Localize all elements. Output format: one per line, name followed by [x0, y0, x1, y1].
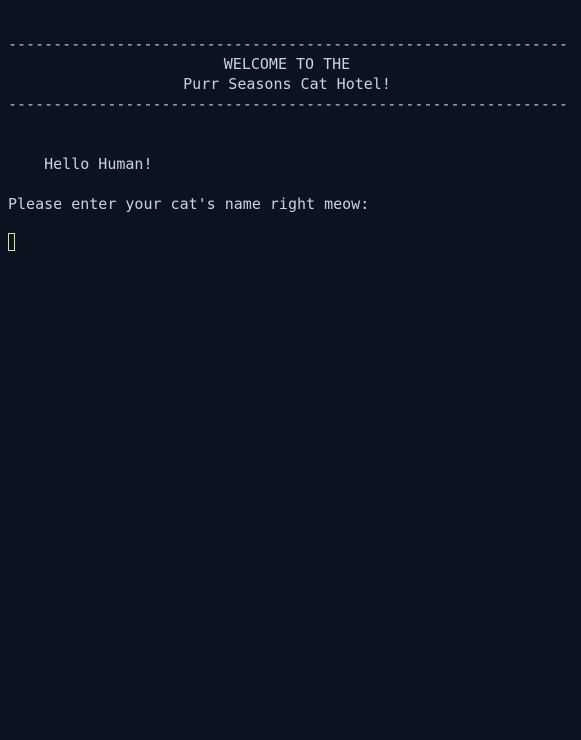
text-cursor[interactable] [8, 233, 15, 251]
welcome-line: WELCOME TO THE [223, 55, 351, 73]
greeting-text: Hello Human! [8, 155, 153, 173]
terminal-window[interactable]: ----------------------------------------… [0, 0, 581, 740]
top-divider: ----------------------------------------… [8, 35, 566, 53]
bottom-divider: ----------------------------------------… [8, 95, 566, 113]
name-prompt: Please enter your cat's name right meow: [8, 195, 370, 213]
hotel-name: Purr Seasons Cat Hotel! [183, 75, 391, 93]
